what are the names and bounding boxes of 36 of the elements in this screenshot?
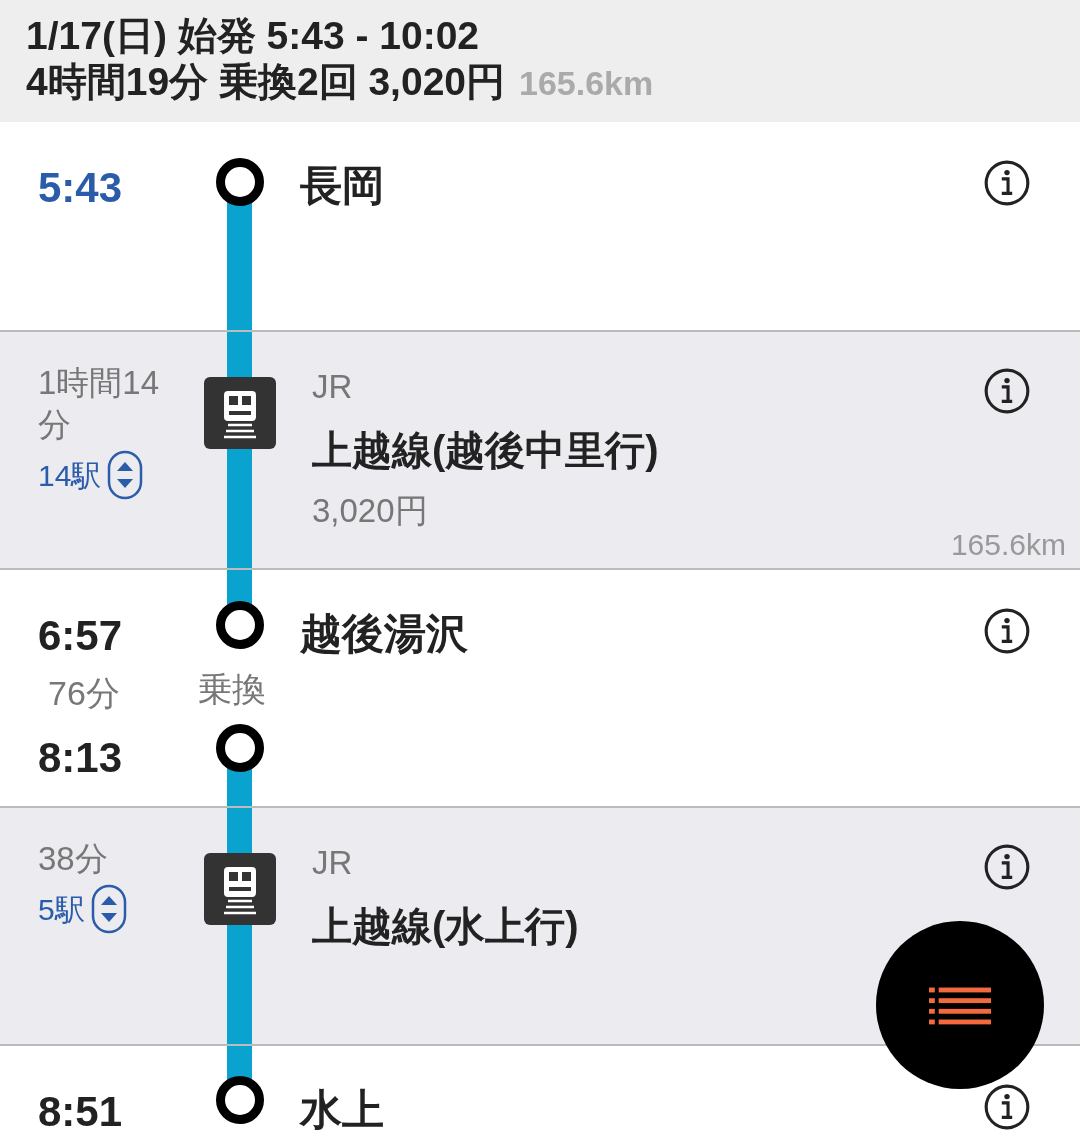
train-icon <box>204 853 276 925</box>
trip-summary: 4時間19分 乗換2回 3,020円 <box>26 60 506 104</box>
operator-name: JR <box>312 843 353 883</box>
departure-time: 5:43 <box>38 163 123 213</box>
info-icon[interactable] <box>982 1082 1032 1132</box>
transfer-label: 乗換 <box>198 669 266 710</box>
stop-marker <box>216 1076 264 1124</box>
date-time-summary: 1/17(日) 始発 5:43 - 10:02 <box>26 14 480 58</box>
info-icon[interactable] <box>982 366 1032 416</box>
expand-stops-icon[interactable] <box>90 884 127 934</box>
info-icon[interactable] <box>982 606 1032 656</box>
departure-time: 8:13 <box>38 733 123 783</box>
stop-marker <box>216 158 264 206</box>
travel-duration: 1時間14分 <box>38 363 161 445</box>
list-icon <box>929 985 991 1025</box>
transfer-wait-time: 76分 <box>48 673 120 714</box>
station-name: 長岡 <box>300 161 384 211</box>
stop-count: 14駅 <box>38 457 102 494</box>
stop-marker <box>216 724 264 772</box>
fare-text: 3,020円 <box>312 491 428 531</box>
info-icon[interactable] <box>982 158 1032 208</box>
distance-text: 165.6km <box>519 63 654 104</box>
expand-stops-icon[interactable] <box>107 450 144 500</box>
station-name: 水上 <box>300 1085 384 1133</box>
travel-duration: 38分 <box>38 839 109 879</box>
line-name: 上越線(越後中里行) <box>312 427 659 474</box>
info-icon[interactable] <box>982 842 1032 892</box>
stop-marker <box>216 601 264 649</box>
line-name: 上越線(水上行) <box>312 903 579 950</box>
distance-text: 165.6km <box>950 527 1066 563</box>
departure-time: 8:51 <box>38 1087 123 1133</box>
station-name: 越後湯沢 <box>300 609 468 659</box>
arrival-time: 6:57 <box>38 611 123 661</box>
stop-count: 5駅 <box>38 891 85 928</box>
train-icon <box>204 377 276 449</box>
operator-name: JR <box>312 367 353 407</box>
